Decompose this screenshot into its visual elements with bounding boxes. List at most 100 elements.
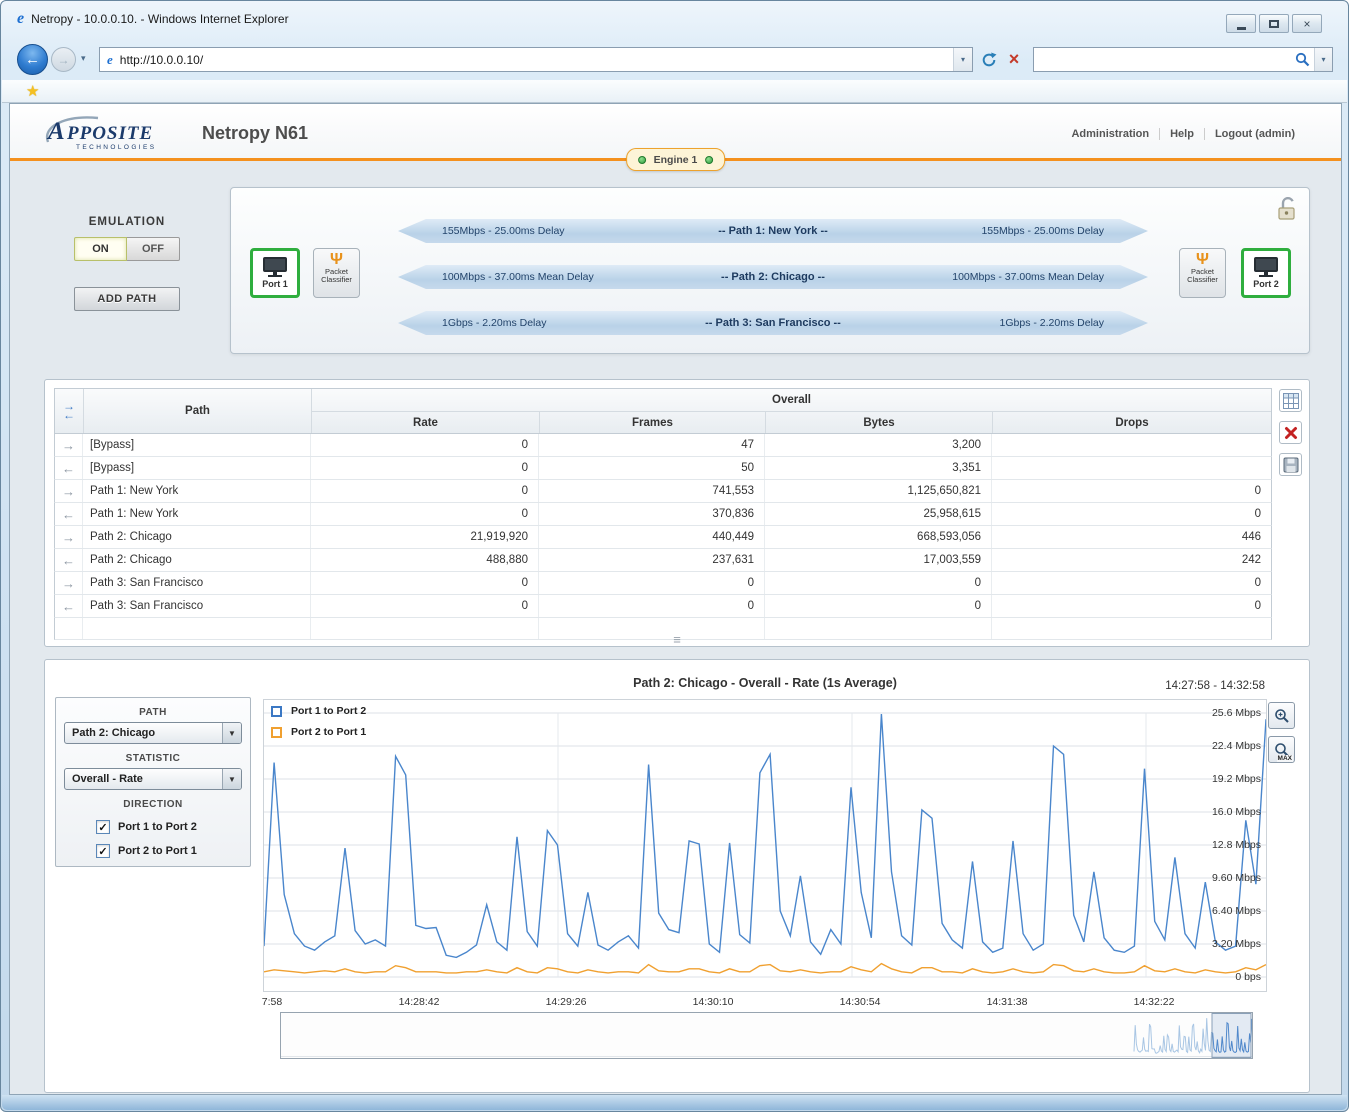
save-stats-button[interactable] [1279, 453, 1302, 476]
timeline-scrubber[interactable] [280, 1012, 1253, 1059]
refresh-button[interactable] [978, 49, 1000, 71]
path-name: Path 3: San Francisco [83, 595, 311, 617]
window-bottom-frame [2, 1095, 1347, 1110]
path1-arrow[interactable]: 155Mbps - 25.00ms Delay -- Path 1: New Y… [398, 217, 1148, 245]
table-row[interactable]: →[Bypass]0473,200 [54, 434, 1272, 457]
back-arrow-icon: ← [25, 51, 40, 68]
port1-box[interactable]: Port 1 [250, 248, 300, 298]
table-view-button[interactable] [1279, 389, 1302, 412]
unlock-icon[interactable] [1275, 195, 1299, 227]
recent-pages-chevron[interactable]: ▾ [81, 53, 86, 64]
rate-value: 0 [311, 503, 539, 525]
port1-label: Port 1 [262, 279, 288, 289]
path-name: Path 2: Chicago [83, 526, 311, 548]
path2-name: -- Path 2: Chicago -- [648, 271, 898, 283]
port2-box[interactable]: Port 2 [1241, 248, 1291, 298]
table-row[interactable]: ←Path 3: San Francisco0000 [54, 595, 1272, 618]
add-path-button[interactable]: ADD PATH [74, 287, 180, 311]
filler-cell [992, 618, 1271, 639]
path1-right-label: 155Mbps - 25.00ms Delay [898, 225, 1148, 237]
url-text[interactable]: http://10.0.0.10/ [120, 53, 953, 67]
engine-tab[interactable]: Engine 1 [626, 148, 726, 171]
table-row[interactable]: ←Path 2: Chicago488,880237,63117,003,559… [54, 549, 1272, 572]
table-row[interactable]: ←Path 1: New York0370,83625,958,6150 [54, 503, 1272, 526]
filler-cell [83, 618, 311, 639]
x-axis-label: 7:58 [262, 996, 282, 1008]
table-filler-row [54, 618, 1272, 640]
administration-link[interactable]: Administration [1061, 128, 1159, 140]
search-input[interactable] [1034, 48, 1290, 71]
path3-right-label: 1Gbps - 2.20ms Delay [898, 317, 1148, 329]
stop-button[interactable]: × [1003, 47, 1025, 71]
statistic-select[interactable]: Overall - Rate ▼ [64, 768, 242, 790]
table-row[interactable]: →Path 3: San Francisco0000 [54, 572, 1272, 595]
path3-arrow[interactable]: 1Gbps - 2.20ms Delay -- Path 3: San Fran… [398, 309, 1148, 337]
path-select-caret[interactable]: ▼ [222, 723, 241, 743]
monitor-icon [1254, 257, 1278, 272]
drops-value: 446 [992, 526, 1271, 548]
path-select[interactable]: Path 2: Chicago ▼ [64, 722, 242, 744]
search-box[interactable]: ▾ [1033, 47, 1333, 72]
drops-value: 0 [992, 503, 1271, 525]
zoom-in-button[interactable] [1268, 702, 1295, 729]
rate-chart[interactable]: Port 1 to Port 2 Port 2 to Port 1 25.6 M… [263, 699, 1267, 992]
path2-arrow[interactable]: 100Mbps - 37.00ms Mean Delay -- Path 2: … [398, 263, 1148, 291]
table-row[interactable]: →Path 2: Chicago21,919,920440,449668,593… [54, 526, 1272, 549]
table-header: → ← Path Overall Rate Frames Bytes Drops [54, 388, 1272, 434]
forward-button[interactable]: → [51, 47, 76, 72]
rate-value: 21,919,920 [311, 526, 539, 548]
grid-icon [1283, 393, 1299, 409]
address-bar[interactable]: e http://10.0.0.10/ ▾ [99, 47, 973, 72]
x-axis-label: 14:29:26 [546, 996, 587, 1008]
stop-icon: × [1009, 49, 1020, 70]
chart-title: Path 2: Chicago - Overall - Rate (1s Ave… [263, 676, 1267, 690]
engine-status-dot-left [638, 156, 646, 164]
panel-resize-handle[interactable]: ≡ [673, 634, 681, 645]
bytes-value: 17,003,559 [765, 549, 992, 571]
clear-stats-button[interactable] [1279, 421, 1302, 444]
graph-panel: Path 2: Chicago - Overall - Rate (1s Ave… [44, 659, 1310, 1093]
rate-value: 0 [311, 434, 539, 456]
back-button[interactable]: ← [17, 44, 48, 75]
minimize-icon [1237, 27, 1246, 30]
packet-classifier-right[interactable]: Ψ Packet Classifier [1179, 248, 1226, 298]
zoom-max-button[interactable]: MAX [1268, 736, 1295, 763]
logout-link[interactable]: Logout (admin) [1204, 128, 1305, 140]
y-axis-label: 0 bps [1235, 971, 1261, 983]
direction-option-2: ✓ Port 2 to Port 1 [96, 844, 250, 858]
favorites-star-icon[interactable]: ★ [26, 82, 39, 100]
frames-value: 0 [539, 595, 765, 617]
help-link[interactable]: Help [1159, 128, 1204, 140]
x-axis-label: 14:31:38 [987, 996, 1028, 1008]
port2-to-port1-checkbox[interactable]: ✓ [96, 844, 110, 858]
path-name: [Bypass] [83, 457, 311, 479]
minimize-button[interactable] [1226, 14, 1256, 33]
y-axis-label: 19.2 Mbps [1212, 773, 1261, 785]
address-dropdown-button[interactable]: ▾ [953, 48, 972, 71]
path3-name: -- Path 3: San Francisco -- [648, 317, 898, 329]
swap-direction-button[interactable]: → ← [55, 389, 83, 433]
scrubber-selection-window[interactable] [1212, 1014, 1251, 1058]
legend-swatch-orange [271, 727, 282, 738]
emulation-on-button[interactable]: ON [74, 237, 127, 261]
packet-classifier-left[interactable]: Ψ Packet Classifier [313, 248, 360, 298]
x-axis-label: 14:28:42 [399, 996, 440, 1008]
chart-legend: Port 1 to Port 2 Port 2 to Port 1 [271, 705, 366, 738]
search-dropdown-button[interactable]: ▾ [1314, 48, 1332, 71]
logo-subtext: TECHNOLOGIES [76, 144, 156, 151]
table-row[interactable]: ←[Bypass]0503,351 [54, 457, 1272, 480]
column-header-path: Path [83, 389, 311, 433]
emulation-off-button[interactable]: OFF [127, 237, 180, 261]
close-button[interactable]: × [1292, 14, 1322, 33]
drops-value: 0 [992, 572, 1271, 594]
y-axis-label: 22.4 Mbps [1212, 740, 1261, 752]
statistic-section-label: STATISTIC [56, 753, 250, 764]
maximize-button[interactable] [1259, 14, 1289, 33]
window-controls: × [1226, 14, 1322, 33]
rate-value: 0 [311, 480, 539, 502]
rate-value: 0 [311, 457, 539, 479]
table-row[interactable]: →Path 1: New York0741,5531,125,650,8210 [54, 480, 1272, 503]
statistic-select-caret[interactable]: ▼ [222, 769, 241, 789]
port1-to-port2-checkbox[interactable]: ✓ [96, 820, 110, 834]
legend-item-port2-to-port1: Port 2 to Port 1 [271, 726, 366, 738]
